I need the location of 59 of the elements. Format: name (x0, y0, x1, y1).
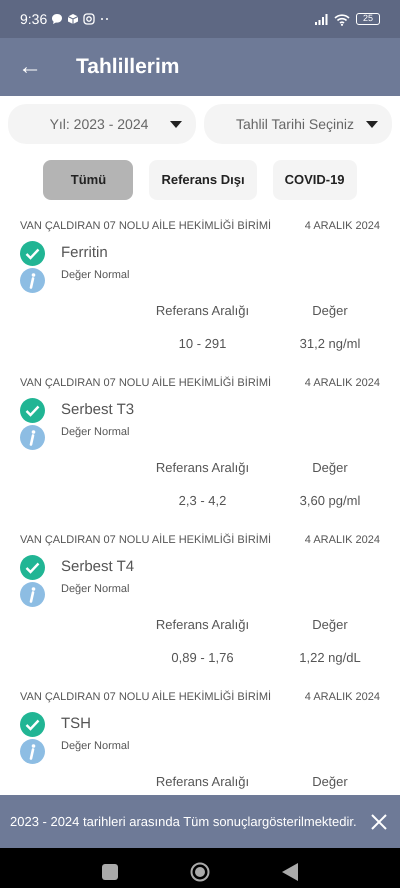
column-label: Değer (311, 302, 349, 320)
cube-icon (67, 13, 80, 25)
filter-tab[interactable]: Referans Dışı (149, 160, 257, 200)
caret-icon (170, 120, 182, 128)
result-date: 4 ARALIK 2024 (304, 690, 380, 705)
back-button[interactable]: ← (18, 55, 42, 79)
status-text: Değer Normal (61, 268, 130, 283)
column-label: Referans Aralığı (154, 302, 250, 320)
reference-range: 10 - 291 (178, 335, 228, 353)
column-label: Değer (311, 458, 349, 477)
facility-name: VAN ÇALDIRAN 07 NOLU AİLE HEKİMLİĞİ BİRİMİ (20, 376, 272, 391)
square-icon[interactable] (102, 864, 118, 880)
snackbar-message: 2023 - 2024 tarihleri arasında Tüm sonuçlargösterilmektedir. (10, 812, 358, 831)
column-label: Değer (311, 616, 349, 634)
info-icon (20, 424, 45, 450)
column-label: Değer (311, 772, 349, 791)
status-text: Değer Normal (61, 424, 130, 440)
check-icon (20, 712, 45, 736)
chat-icon (51, 13, 64, 25)
result-value: 31,2 ng/ml (298, 335, 362, 353)
info-icon (20, 268, 45, 292)
column-label: Referans Aralığı (154, 616, 250, 634)
camera-icon (83, 13, 96, 25)
reference-range: 2,3 - 4,2 (178, 492, 228, 510)
screen-title: Tahlillerim (76, 54, 180, 80)
check-icon (20, 554, 45, 580)
close-icon[interactable] (370, 812, 388, 830)
result-date: 4 ARALIK 2024 (304, 376, 380, 391)
back-icon[interactable] (282, 863, 298, 881)
result-value: 3,60 pg/ml (298, 492, 362, 510)
clock-text: 9:36 (20, 10, 48, 28)
filter-tab[interactable]: COVID-19 (272, 160, 357, 200)
result-value: 1,22 ng/dL (298, 649, 362, 667)
facility-name: VAN ÇALDIRAN 07 NOLU AİLE HEKİMLİĞİ BİRİMİ (20, 690, 272, 705)
facility-name: VAN ÇALDIRAN 07 NOLU AİLE HEKİMLİĞİ BİRİMİ (20, 218, 272, 234)
check-icon (20, 240, 45, 266)
column-label: Referans Aralığı (154, 772, 250, 791)
home-icon[interactable] (190, 862, 210, 882)
test-name: Ferritin (61, 242, 108, 263)
test-name: Serbest T3 (61, 400, 134, 420)
wifi-icon (334, 12, 350, 26)
reference-range: 0,89 - 1,76 (170, 649, 235, 667)
dropdown[interactable]: Tahlil Tarihi Seçiniz (204, 104, 392, 144)
result-date: 4 ARALIK 2024 (304, 219, 380, 234)
info-icon (20, 582, 45, 606)
filter-tab[interactable]: Tümü (43, 160, 134, 200)
battery-icon: 25 (356, 13, 380, 25)
column-label: Referans Aralığı (154, 458, 250, 477)
dropdown[interactable]: Yıl: 2023 - 2024 (8, 104, 196, 144)
info-icon (20, 738, 45, 764)
check-icon (20, 398, 45, 422)
result-date: 4 ARALIK 2024 (304, 533, 380, 548)
signal-icon (314, 13, 330, 25)
status-text: Değer Normal (61, 582, 130, 597)
facility-name: VAN ÇALDIRAN 07 NOLU AİLE HEKİMLİĞİ BİRİMİ (20, 532, 272, 548)
caret-icon (366, 120, 378, 128)
test-name: TSH (61, 714, 91, 734)
status-text: Değer Normal (61, 738, 130, 754)
test-name: Serbest T4 (61, 556, 134, 577)
